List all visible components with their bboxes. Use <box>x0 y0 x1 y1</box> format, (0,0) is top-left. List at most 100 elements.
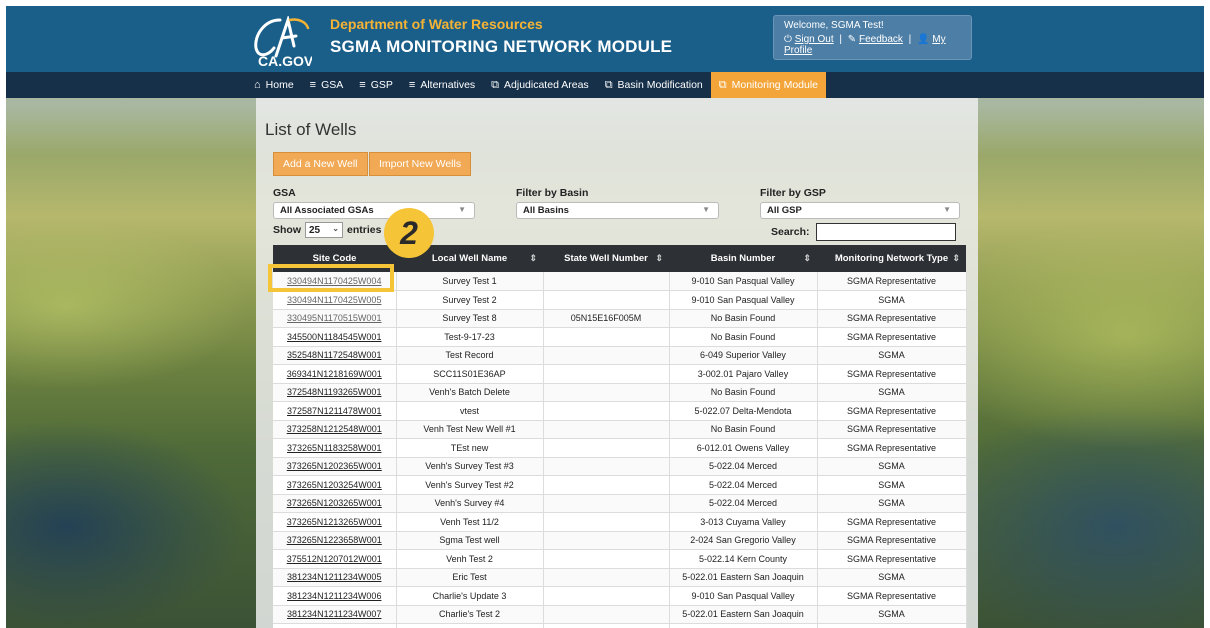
table-cell: Charlie's Test 2 <box>396 605 544 624</box>
table-cell: SGMA <box>817 290 967 310</box>
table-cell <box>543 549 670 569</box>
nav-item-home[interactable]: ⌂ Home <box>246 72 302 98</box>
sort-icon: ⇕ <box>655 253 663 263</box>
user-panel: Welcome, SGMA Test! ⏻ Sign Out | ✎ Feedb… <box>773 15 972 60</box>
site-code-cell[interactable]: 381234N1211234W007 <box>273 605 397 624</box>
site-code-link[interactable]: 373265N1203254W001 <box>287 480 382 490</box>
table-cell: SGMA Representative <box>817 401 967 421</box>
site-code-cell[interactable]: 369341N1218169W001 <box>273 364 397 384</box>
entries-length-control: Show 25 ⌄ entries <box>273 222 381 238</box>
gsp-select[interactable]: All GSP ▼ <box>760 202 960 219</box>
import-new-wells-button[interactable]: Import New Wells <box>369 152 472 176</box>
site-code-cell[interactable]: 330494N1170425W005 <box>273 290 397 310</box>
nav-item-basin-modification[interactable]: ⧉ Basin Modification <box>597 72 711 98</box>
table-row: 381234N1211234W005 Eric Test 5-022.01 East… <box>273 568 967 587</box>
screenshot-frame: CA.GOV Department of Water Resources SGM… <box>6 6 1204 628</box>
column-header-monitoring-network-type[interactable]: Monitoring Network Type ⇕ <box>817 245 966 272</box>
add-new-well-button[interactable]: Add a New Well <box>273 152 368 176</box>
entries-label: entries <box>347 224 382 236</box>
site-code-link[interactable]: 381234N1211234W005 <box>287 572 381 582</box>
site-code-cell[interactable]: 373265N1223658W001 <box>273 531 397 550</box>
site-code-link[interactable]: 330494N1170425W004 <box>287 276 381 286</box>
site-code-link[interactable]: 330494N1170425W005 <box>287 295 381 305</box>
table-cell: Sgma Test well <box>396 531 544 550</box>
site-code-cell[interactable]: 381234N1211234W005 <box>273 568 397 587</box>
nav-item-gsa[interactable]: ≡ GSA <box>302 72 352 98</box>
column-header-site-code[interactable]: Site Code <box>273 245 396 272</box>
sign-out-link[interactable]: Sign Out <box>795 34 834 45</box>
site-code-cell[interactable]: 375512N1207012W001 <box>273 549 397 569</box>
table-row: 345500N1184545W001 Test-9-17-23 No Basin F… <box>273 327 967 347</box>
site-code-cell[interactable]: 373265N1183258W001 <box>273 438 397 458</box>
site-code-link[interactable]: 369341N1218169W001 <box>287 369 382 379</box>
site-code-cell[interactable]: 373265N1203254W001 <box>273 475 397 495</box>
nav-item-gsp[interactable]: ≡ GSP <box>351 72 401 98</box>
chevron-down-icon: ▼ <box>943 205 951 214</box>
step-badge: 2 <box>384 208 434 258</box>
table-cell: 2-024 San Gregorio Valley <box>669 531 818 550</box>
gsa-select[interactable]: All Associated GSAs ▼ <box>273 202 475 219</box>
table-cell <box>543 623 670 628</box>
page-title: List of Wells <box>265 120 357 139</box>
table-cell: Venh's Survey Test #2 <box>396 475 544 495</box>
nav-item-alternatives[interactable]: ≡ Alternatives <box>401 72 483 98</box>
department-name: Department of Water Resources <box>330 16 543 32</box>
site-code-cell[interactable]: 373265N1213265W001 <box>273 512 397 532</box>
site-code-link[interactable]: 352548N1172548W001 <box>287 350 381 360</box>
site-code-cell[interactable]: 381234N1211234W006 <box>273 586 397 606</box>
site-code-cell[interactable]: 373265N1203265W001 <box>273 494 397 513</box>
table-row: 372587N1211478W001 vtest 5-022.07 Delta-Me… <box>273 401 967 421</box>
table-cell: Eric Test <box>396 568 544 587</box>
column-header-label: Monitoring Network Type <box>834 253 949 264</box>
gsp-select-value: All GSP <box>767 205 802 216</box>
feedback-link[interactable]: Feedback <box>859 34 903 45</box>
entries-select[interactable]: 25 ⌄ <box>305 222 343 238</box>
site-code-link[interactable]: 373265N1203265W001 <box>287 498 382 508</box>
site-code-cell[interactable]: 330495N1170515W001 <box>273 309 397 328</box>
site-code-link[interactable]: 372548N1193265W001 <box>287 387 381 397</box>
nav-item-adjudicated-areas[interactable]: ⧉ Adjudicated Areas <box>483 72 597 98</box>
table-cell: 5-022.14 Kern County <box>669 549 818 569</box>
column-header-state-well-number[interactable]: State Well Number ⇕ <box>543 245 669 272</box>
table-cell <box>543 438 670 458</box>
site-code-cell[interactable]: 352548N1172548W001 <box>273 346 397 365</box>
site-code-cell[interactable]: 372548N1193265W001 <box>273 383 397 402</box>
nav-item-label: Basin Modification <box>617 79 703 91</box>
table-cell <box>543 272 670 291</box>
site-code-link[interactable]: 375512N1207012W001 <box>287 554 382 564</box>
column-header-basin-number[interactable]: Basin Number ⇕ <box>669 245 817 272</box>
site-code-link[interactable]: 381234N1211234W007 <box>287 609 381 619</box>
site-code-cell[interactable]: 330494N1170425W004 <box>273 272 397 291</box>
table-cell: TEst new <box>396 438 544 458</box>
site-code-link[interactable]: 373265N1223658W001 <box>287 535 382 545</box>
table-row: 381234N1211234W007 Charlie's Test 2 5-022.… <box>273 605 967 624</box>
table-cell <box>543 605 670 624</box>
site-code-cell[interactable]: 373258N1212548W001 <box>273 420 397 439</box>
table-row: 352548N1172548W001 Test Record 6-049 Super… <box>273 346 967 365</box>
menu-icon: ≡ <box>309 79 317 91</box>
site-code-link[interactable]: 381234N1211234W006 <box>287 591 381 601</box>
nav-item-monitoring-module[interactable]: ⧉ Monitoring Module <box>710 72 827 98</box>
site-code-cell[interactable]: 373265N1202365W001 <box>273 457 397 476</box>
nav-item-label: Adjudicated Areas <box>504 79 589 91</box>
table-row: 381234N1211234W008iwang 5-022.01 Eastern … <box>273 623 967 628</box>
site-code-link[interactable]: 330495N1170515W001 <box>287 313 381 323</box>
site-code-link[interactable]: 373265N1213265W001 <box>287 517 382 527</box>
table-cell: 5-022.01 Eastern San Joaquin <box>669 623 818 628</box>
site-code-link[interactable]: 373265N1202365W001 <box>287 461 382 471</box>
site-code-link[interactable]: 372587N1211478W001 <box>287 406 381 416</box>
table-cell: SGMA <box>817 457 967 476</box>
table-cell: SGMA <box>817 568 967 587</box>
site-code-cell[interactable]: 372587N1211478W001 <box>273 401 397 421</box>
site-code-cell[interactable]: 345500N1184545W001 <box>273 327 397 347</box>
basin-select[interactable]: All Basins ▼ <box>516 202 719 219</box>
search-input[interactable] <box>815 223 956 241</box>
site-code-link[interactable]: 345500N1184545W001 <box>287 332 381 342</box>
table-cell <box>543 457 670 476</box>
content-panel: List of Wells Add a New Well Import New … <box>256 98 978 628</box>
power-icon: ⏻ <box>784 34 792 45</box>
ca-gov-logo[interactable]: CA.GOV <box>250 16 312 68</box>
site-code-cell[interactable]: 381234N1211234W008 <box>273 623 397 628</box>
site-code-link[interactable]: 373265N1183258W001 <box>287 443 381 453</box>
site-code-link[interactable]: 373258N1212548W001 <box>287 424 382 434</box>
